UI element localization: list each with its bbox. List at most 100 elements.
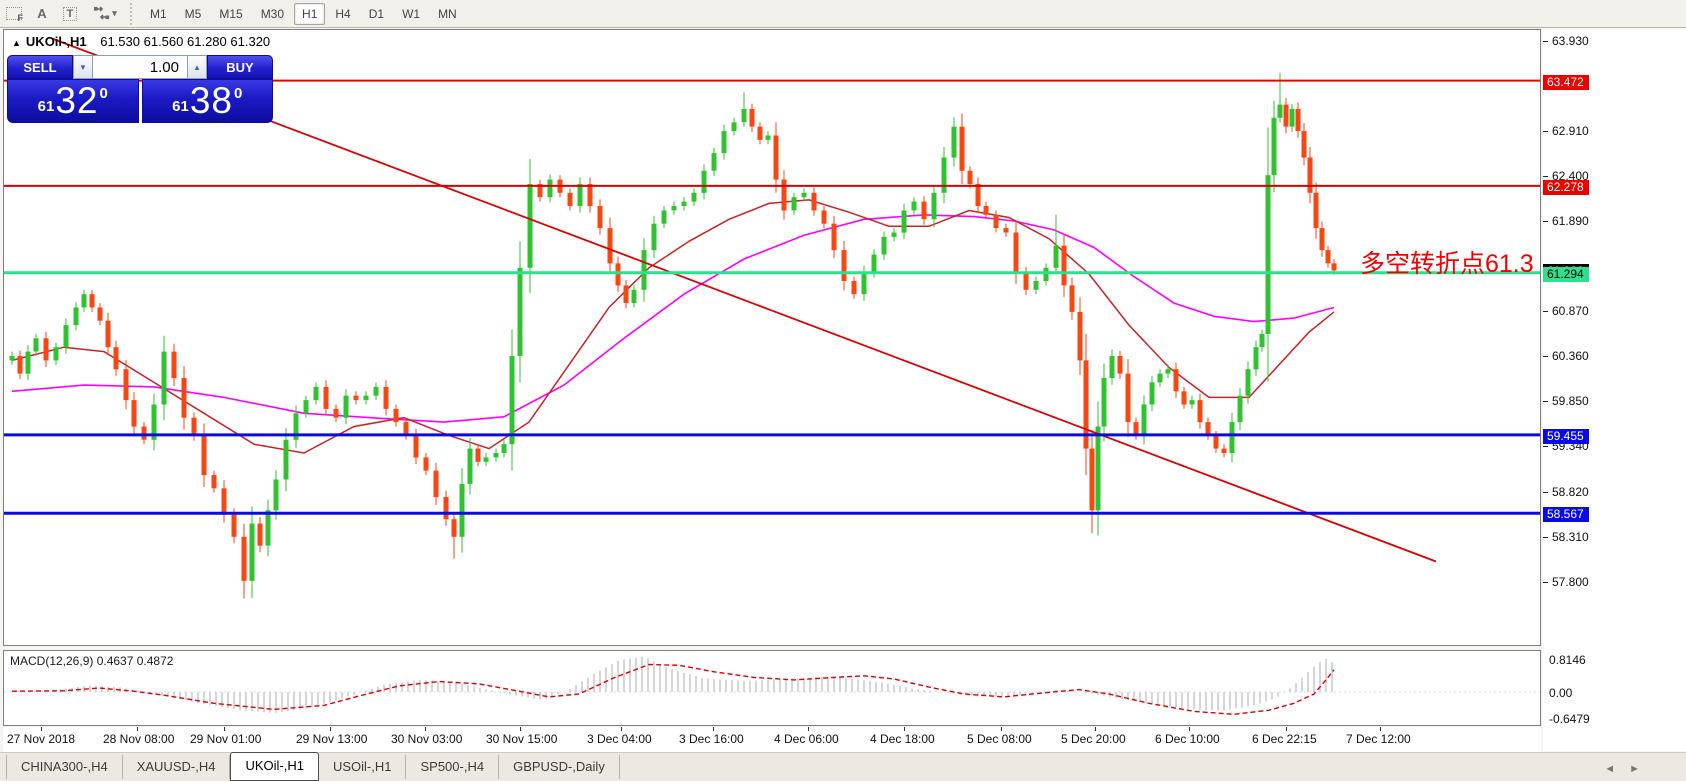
chart-window: ▲ UKOil-,H1 61.530 61.560 61.280 61.320 S… — [0, 28, 1686, 781]
buy-price-pips: 38 — [189, 80, 233, 121]
candle — [701, 170, 707, 193]
candle — [951, 126, 957, 158]
timeframe-button-m5[interactable]: M5 — [177, 3, 210, 25]
timeframe-button-d1[interactable]: D1 — [361, 3, 392, 25]
sell-price-display[interactable]: 61 32 0 — [7, 79, 139, 123]
time-tick-mark — [1189, 727, 1190, 731]
candle — [831, 223, 837, 251]
top-toolbar: F A T ▾ M1 M5 M15 M30 H1 H4 D1 W1 MN — [0, 0, 1686, 28]
macd-axis-label: -0.6479 — [1549, 712, 1590, 726]
candle — [711, 153, 717, 171]
candle — [211, 475, 217, 489]
candle — [1061, 245, 1067, 286]
time-tick-label: 4 Dec 06:00 — [774, 732, 839, 746]
one-click-trading-panel: SELL ▼ ▲ BUY 61 32 0 61 38 0 — [7, 55, 273, 123]
toolbar-separator — [130, 2, 137, 25]
chart-text-annotation[interactable]: 多空转折点61.3 — [1360, 244, 1534, 280]
candle — [1165, 369, 1171, 374]
candle — [53, 347, 59, 361]
price-tick-label: 62.910 — [1552, 124, 1589, 138]
macd-indicator-panel[interactable]: MACD(12,26,9) 0.4637 0.4872 — [3, 650, 1541, 726]
macd-chart-canvas[interactable] — [4, 651, 1540, 725]
drawing-tools-icon[interactable]: ▾ — [85, 3, 125, 25]
timeframe-button-m1[interactable]: M1 — [142, 3, 175, 25]
main-chart-area[interactable]: ▲ UKOil-,H1 61.530 61.560 61.280 61.320 S… — [3, 29, 1541, 646]
price-tag-62.278: 62.278 — [1543, 180, 1589, 195]
candle — [73, 307, 79, 326]
time-tick-mark — [41, 727, 42, 731]
candle — [363, 395, 369, 401]
time-tick-label: 29 Nov 01:00 — [190, 732, 262, 746]
candle — [547, 179, 553, 198]
dropdown-caret-icon: ▾ — [112, 8, 117, 18]
volume-increase-button[interactable]: ▲ — [187, 55, 207, 79]
chart-tab-sp500-h4[interactable]: SP500-,H4 — [406, 755, 500, 779]
text-label-tool-icon[interactable]: T — [57, 3, 83, 25]
candle — [871, 254, 877, 273]
candle — [567, 192, 573, 206]
candle — [1109, 356, 1115, 378]
one-click-toggle-icon[interactable]: ▲ — [12, 38, 21, 48]
candle — [921, 201, 927, 220]
tab-scroll-left-icon[interactable]: ◄ — [1604, 763, 1615, 775]
candle — [1133, 422, 1139, 436]
candle — [1301, 131, 1307, 158]
time-tick-mark — [520, 727, 521, 731]
timeframe-button-m15[interactable]: M15 — [211, 3, 250, 25]
chart-tab-bar: CHINA300-,H4 XAUUSD-,H4 UKOil-,H1 USOil-,H1… — [0, 752, 1686, 781]
candle — [1033, 281, 1039, 290]
candle — [433, 470, 439, 498]
candle — [257, 523, 263, 546]
buy-price-display[interactable]: 61 38 0 — [141, 79, 273, 123]
candle — [1141, 404, 1147, 436]
candle — [975, 184, 981, 207]
time-axis[interactable]: 27 Nov 2018 28 Nov 08:00 29 Nov 01:00 29 No… — [3, 727, 1541, 752]
candle — [1181, 391, 1187, 405]
volume-decrease-button[interactable]: ▼ — [73, 55, 93, 79]
candle — [161, 351, 167, 405]
candle — [651, 223, 657, 251]
ohlc-close: 61.320 — [230, 34, 271, 49]
text-tool-icon[interactable]: A — [29, 3, 55, 25]
candle — [105, 320, 111, 348]
candle — [901, 210, 907, 233]
timeframe-button-m30[interactable]: M30 — [253, 3, 292, 25]
volume-input[interactable] — [93, 55, 187, 79]
time-tick-label: 30 Nov 03:00 — [391, 732, 463, 746]
price-tick-label: 58.820 — [1552, 485, 1589, 499]
diagonal-arrows-icon — [94, 6, 110, 20]
timeframe-button-w1[interactable]: W1 — [394, 3, 428, 25]
candle — [587, 184, 593, 207]
candle — [323, 386, 329, 409]
chart-tab-ukoil-h1[interactable]: UKOil-,H1 — [230, 752, 319, 781]
time-tick-mark — [425, 727, 426, 731]
candle — [1157, 373, 1163, 383]
price-tick-mark — [1543, 131, 1548, 132]
timeframe-button-h1[interactable]: H1 — [294, 2, 326, 25]
timeframe-button-mn[interactable]: MN — [430, 3, 465, 25]
price-tick-label: 63.930 — [1552, 34, 1589, 48]
chart-tab-china300-h4[interactable]: CHINA300-,H4 — [6, 755, 123, 779]
chart-tab-gbpusd-daily[interactable]: GBPUSD-,Daily — [499, 755, 620, 779]
ma-magenta-line — [11, 214, 1335, 423]
tab-scroll-right-icon[interactable]: ► — [1629, 763, 1640, 775]
buy-button[interactable]: BUY — [207, 55, 273, 79]
candle — [1307, 157, 1313, 193]
price-tick-label: 60.360 — [1552, 349, 1589, 363]
timeframe-button-h4[interactable]: H4 — [327, 3, 358, 25]
sell-button[interactable]: SELL — [7, 55, 73, 79]
price-axis[interactable]: 63.930 62.910 62.400 61.890 60.870 60.360 59.8… — [1543, 29, 1686, 751]
candle — [451, 519, 457, 537]
candle — [1173, 369, 1179, 392]
indicator-window-icon[interactable]: F — [1, 3, 27, 25]
candle — [1253, 347, 1259, 370]
candle — [141, 426, 147, 440]
candle — [393, 408, 399, 423]
chart-tab-usoil-h1[interactable]: USOil-,H1 — [319, 755, 407, 779]
candle — [509, 356, 515, 445]
chart-tab-xauusd-h4[interactable]: XAUUSD-,H4 — [123, 755, 231, 779]
candle — [791, 197, 797, 211]
candle — [1245, 369, 1251, 396]
candle — [741, 109, 747, 123]
candle — [373, 386, 379, 396]
